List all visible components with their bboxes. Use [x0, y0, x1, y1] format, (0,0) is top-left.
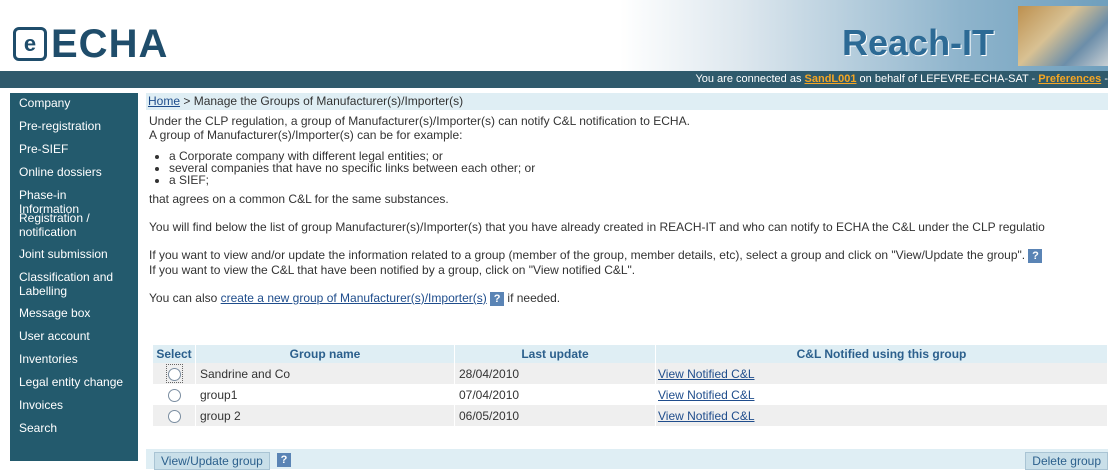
group-name-cell: group 2	[195, 405, 455, 426]
conn-middle: on behalf of LEFEVRE-ECHA-SAT -	[856, 73, 1039, 85]
create-group-line: You can also create a new group of Manuf…	[149, 291, 1108, 306]
sidebar-item-registration-notification[interactable]: Registration / notification	[10, 208, 138, 244]
list-description: You will find below the list of group Ma…	[149, 220, 1045, 234]
examples-list: a Corporate company with different legal…	[157, 150, 1108, 186]
select-cell	[153, 405, 196, 426]
help-icon[interactable]: ?	[490, 291, 505, 306]
table-row: group1 07/04/2010 View Notified C&L	[153, 384, 1108, 405]
view-notified-link[interactable]: View Notified C&L	[658, 409, 755, 423]
row-radio[interactable]	[167, 367, 181, 381]
banner-image-icon	[1018, 6, 1108, 66]
col-header-group-name: Group name	[195, 345, 455, 363]
conn-prefix: You are connected as	[695, 73, 805, 85]
delete-group-button[interactable]: Delete group	[1025, 452, 1108, 470]
sidebar: Company Pre-registration Pre-SIEF Online…	[10, 93, 138, 461]
reach-it-banner: Reach-IT	[620, 0, 1108, 71]
echa-logo-icon: e	[13, 27, 47, 61]
echa-logo[interactable]: e ECHA	[13, 22, 168, 66]
sidebar-item-legal-entity-change[interactable]: Legal entity change	[10, 372, 138, 395]
create-group-link[interactable]: create a new group of Manufacturer(s)/Im…	[221, 291, 487, 305]
help-icon[interactable]: ?	[1028, 248, 1043, 263]
sidebar-item-online-dossiers[interactable]: Online dossiers	[10, 162, 138, 185]
sidebar-item-joint-submission[interactable]: Joint submission	[10, 244, 138, 267]
header: e ECHA Reach-IT You are connected as San…	[0, 0, 1108, 88]
last-update-cell: 28/04/2010	[454, 363, 656, 384]
preferences-link[interactable]: Preferences	[1038, 73, 1101, 85]
view-update-instructions: If you want to view and/or update the in…	[149, 248, 1108, 263]
col-header-select: Select	[153, 345, 196, 363]
view-notified-link[interactable]: View Notified C&L	[658, 388, 755, 402]
intro-text-1: Under the CLP regulation, a group of Man…	[149, 114, 690, 128]
row-radio[interactable]	[167, 388, 181, 402]
sidebar-item-classification-labelling[interactable]: Classification and Labelling	[10, 267, 138, 303]
last-update-cell: 06/05/2010	[454, 405, 656, 426]
table-row: Sandrine and Co 28/04/2010 View Notified…	[153, 363, 1108, 384]
sidebar-item-user-account[interactable]: User account	[10, 326, 138, 349]
groups-table: Select Group name Last update C&L Notifi…	[153, 345, 1108, 426]
group-name-cell: group1	[195, 384, 455, 405]
sidebar-item-pre-sief[interactable]: Pre-SIEF	[10, 139, 138, 162]
user-link[interactable]: SandL001	[805, 73, 857, 85]
view-update-group-button[interactable]: View/Update group	[154, 452, 270, 470]
breadcrumb: Home > Manage the Groups of Manufacturer…	[146, 93, 1108, 110]
breadcrumb-current: > Manage the Groups of Manufacturer(s)/I…	[180, 94, 464, 108]
list-item: several companies that have no specific …	[169, 162, 1108, 174]
sidebar-item-phase-in-information[interactable]: Phase-in Information	[10, 185, 138, 216]
sidebar-item-invoices[interactable]: Invoices	[10, 395, 138, 418]
select-cell	[153, 363, 196, 384]
action-bar: View/Update group ? Delete group	[146, 449, 1108, 470]
connection-bar: You are connected as SandL001 on behalf …	[0, 71, 1108, 88]
group-name-cell: Sandrine and Co	[195, 363, 455, 384]
row-radio-focus	[165, 364, 183, 383]
logo-text: ECHA	[51, 21, 169, 66]
row-radio[interactable]	[167, 409, 181, 423]
notified-instructions: If you want to view the C&L that have be…	[149, 262, 636, 277]
table-row: group 2 06/05/2010 View Notified C&L	[153, 405, 1108, 426]
help-icon[interactable]: ?	[277, 453, 291, 467]
last-update-cell: 07/04/2010	[454, 384, 656, 405]
col-header-last-update: Last update	[454, 345, 656, 363]
select-cell	[153, 384, 196, 405]
sidebar-item-message-box[interactable]: Message box	[10, 303, 138, 326]
create-prefix: You can also	[149, 290, 221, 305]
agrees-text: that agrees on a common C&L for the same…	[149, 192, 449, 206]
view-text: If you want to view and/or update the in…	[149, 248, 1026, 262]
breadcrumb-home-link[interactable]: Home	[148, 94, 180, 108]
sidebar-item-pre-registration[interactable]: Pre-registration	[10, 116, 138, 139]
view-notified-link[interactable]: View Notified C&L	[658, 367, 755, 381]
conn-suffix: -	[1101, 73, 1108, 85]
intro-text-2: A group of Manufacturer(s)/Importer(s) c…	[149, 128, 463, 142]
sidebar-item-search[interactable]: Search	[10, 418, 138, 441]
col-header-cl-notified: C&L Notified using this group	[655, 345, 1108, 363]
app-title: Reach-IT	[842, 22, 995, 63]
main-content: Under the CLP regulation, a group of Man…	[149, 114, 1108, 306]
create-suffix: if needed.	[504, 290, 561, 305]
sidebar-item-inventories[interactable]: Inventories	[10, 349, 138, 372]
sidebar-item-company[interactable]: Company	[10, 93, 138, 116]
list-item: a SIEF;	[169, 174, 1108, 186]
